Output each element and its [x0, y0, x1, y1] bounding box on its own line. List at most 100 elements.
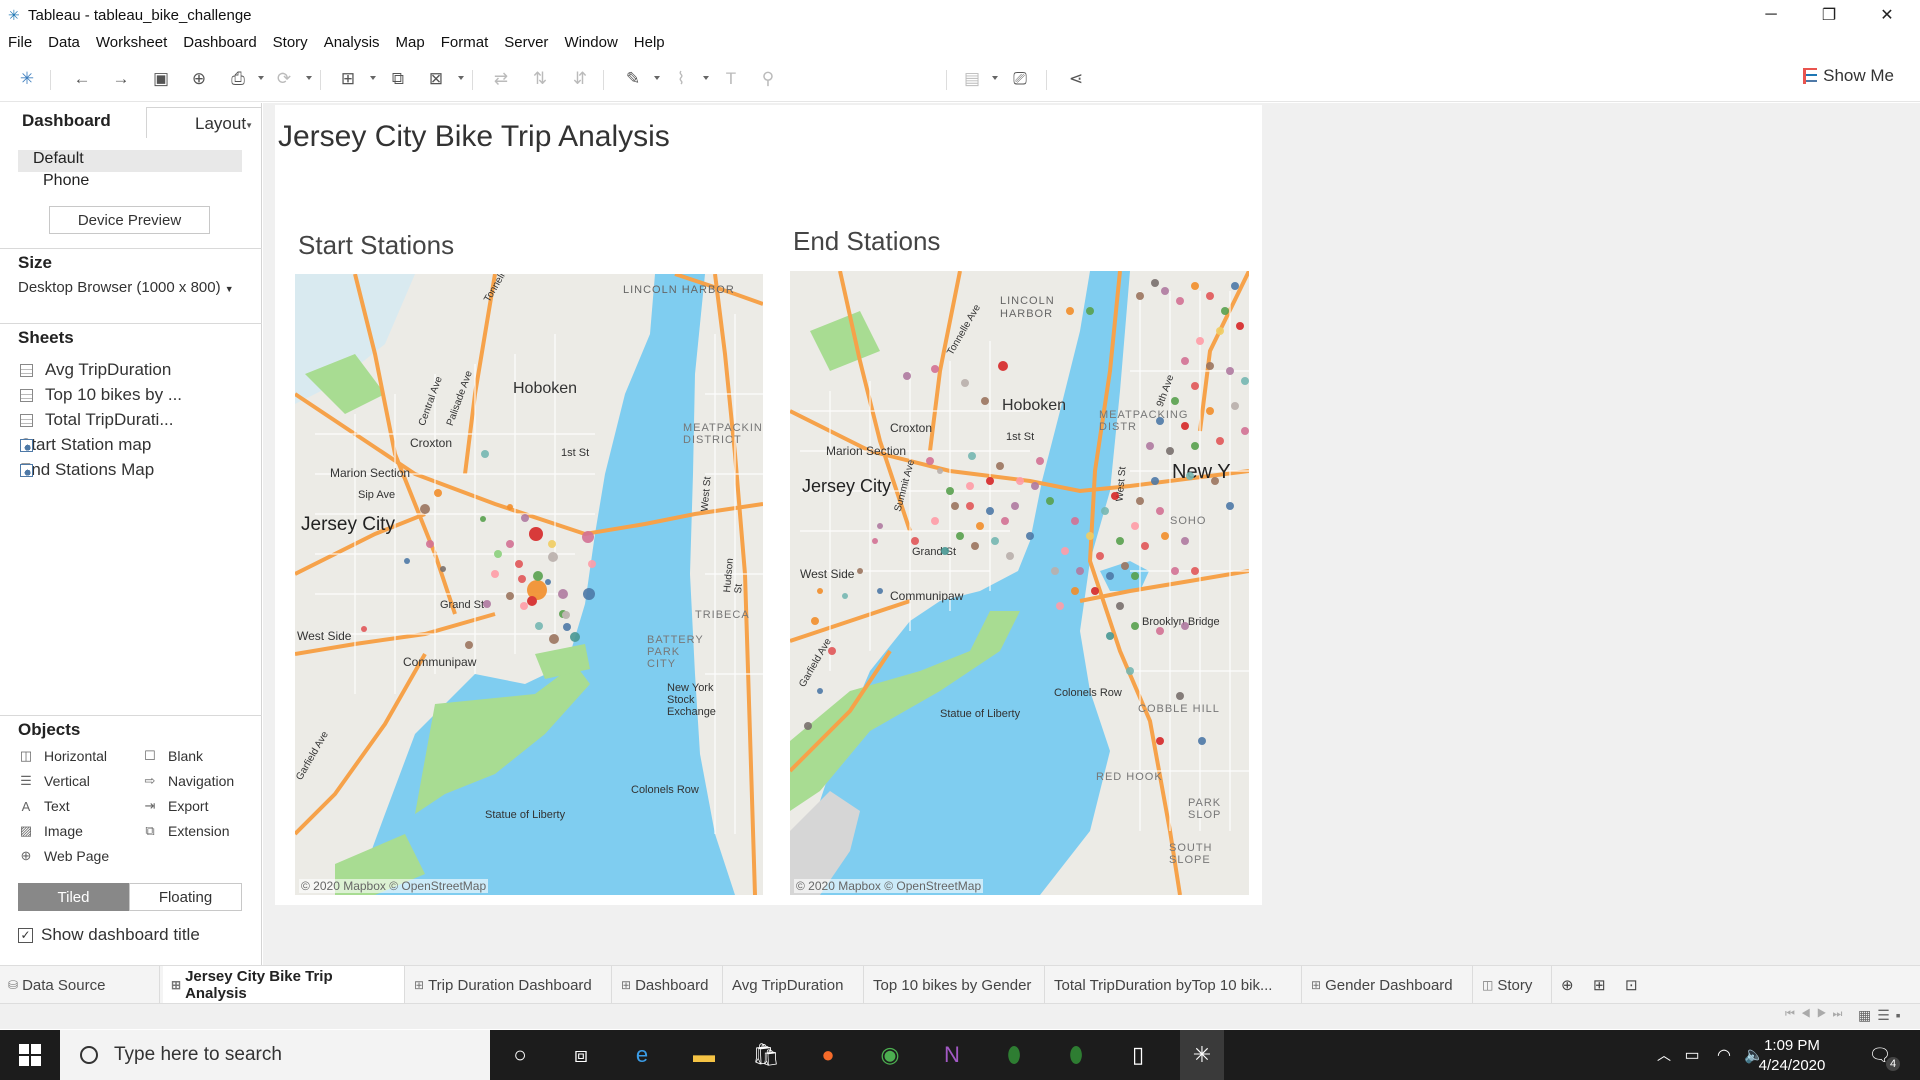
fix-axes-icon[interactable]: ⚲	[757, 68, 779, 90]
object-web-page[interactable]: ⊕ Web Page	[18, 847, 110, 865]
start-station-map[interactable]: LINCOLN HARBOR Hoboken 1st St Croxton Ma…	[295, 274, 763, 895]
object-image[interactable]: ▨ Image	[18, 822, 83, 840]
file-explorer-icon[interactable]: ▬	[688, 1039, 720, 1071]
menu-server[interactable]: Server	[504, 34, 548, 51]
menu-analysis[interactable]: Analysis	[324, 34, 380, 51]
refresh-icon[interactable]: ⟳	[273, 68, 295, 90]
new-datasource-icon[interactable]: ⊕	[188, 68, 210, 90]
labels-icon[interactable]: T	[720, 68, 742, 90]
duplicate-sheet-icon[interactable]: ⧉	[387, 68, 409, 90]
object-extension[interactable]: ⧉ Extension	[142, 822, 229, 840]
object-text[interactable]: A Text	[18, 797, 70, 815]
tab-data-source[interactable]: ⛁ Data Source	[0, 966, 160, 1004]
taskbar-search-box[interactable]: Type here to search	[60, 1030, 490, 1080]
tab-dashboard[interactable]: Dashboard	[0, 103, 146, 138]
mongodb-compass-icon[interactable]: ⬮	[1060, 1039, 1092, 1071]
object-blank[interactable]: ☐ Blank	[142, 747, 203, 765]
pause-updates-icon[interactable]: ⎙	[227, 68, 249, 90]
onenote-icon[interactable]: N	[936, 1039, 968, 1071]
sort-descending-icon[interactable]: ⇵	[569, 68, 591, 90]
tab-dashboard[interactable]: ⊞ Dashboard	[613, 966, 723, 1004]
show-cards-icon[interactable]: ▤	[961, 68, 983, 90]
tab-avg-tripduration[interactable]: Avg TripDuration	[724, 966, 864, 1004]
object-navigation[interactable]: ⇨ Navigation	[142, 772, 235, 790]
sheet-item[interactable]: End Stations Map	[20, 459, 154, 481]
device-preview-button[interactable]: Device Preview	[49, 206, 210, 234]
dashboard-icon: ⊞	[171, 978, 182, 992]
dashboard-icon: ⊞	[621, 978, 632, 992]
device-phone[interactable]: Phone	[43, 172, 89, 194]
tableau-start-icon[interactable]: ✳	[16, 68, 38, 90]
menu-data[interactable]: Data	[48, 34, 80, 51]
battery-icon[interactable]: ▭	[1676, 1039, 1708, 1071]
end-station-map[interactable]: LINCOLN HARBOR Hoboken 1st St Croxton Ma…	[790, 271, 1249, 895]
dashboard-panel: Dashboard Layout ▼ Default Phone Device P…	[0, 103, 262, 965]
menu-window[interactable]: Window	[564, 34, 617, 51]
database-icon: ⛁	[8, 978, 19, 992]
tab-layout[interactable]: Layout ▼	[146, 107, 262, 138]
menu-story[interactable]: Story	[273, 34, 308, 51]
tab-trip-duration-dashboard[interactable]: ⊞ Trip Duration Dashboard	[406, 966, 612, 1004]
store-icon[interactable]: 🛍	[750, 1039, 782, 1071]
redo-icon[interactable]: →	[110, 68, 132, 90]
object-vertical[interactable]: ☰ Vertical	[18, 772, 90, 790]
undo-icon[interactable]: ←	[71, 68, 93, 90]
menu-help[interactable]: Help	[634, 34, 665, 51]
new-story-tab-icon[interactable]: ⊡	[1617, 966, 1649, 1004]
sheet-item[interactable]: Avg TripDuration	[20, 359, 171, 381]
tab-total-tripduration[interactable]: Total TripDuration byTop 10 bik...	[1046, 966, 1302, 1004]
device-default[interactable]: Default	[18, 150, 242, 172]
chrome-icon[interactable]: ◉	[874, 1039, 906, 1071]
new-worksheet-icon[interactable]: ⊞	[337, 68, 359, 90]
map-attribution: © 2020 Mapbox © OpenStreetMap	[299, 879, 489, 893]
show-title-checkbox[interactable]: ✓ Show dashboard title	[18, 925, 200, 945]
presentation-mode-icon[interactable]: ⎚	[1009, 68, 1031, 90]
minimize-icon[interactable]: ─	[1742, 0, 1800, 30]
menu-format[interactable]: Format	[441, 34, 489, 51]
save-icon[interactable]: ▣	[150, 68, 172, 90]
group-icon[interactable]: ⌇	[670, 68, 692, 90]
mongodb-icon[interactable]: ⬮	[998, 1039, 1030, 1071]
restore-icon[interactable]: ❐	[1800, 0, 1858, 30]
menu-dashboard[interactable]: Dashboard	[183, 34, 256, 51]
status-bar: ⏮◀▶⏭ ▦☰▪	[0, 1003, 1920, 1029]
toolbar: ✳ ← → ▣ ⊕ ⎙ ⟳ ⊞ ⧉ ⊠ ⇄ ⇅ ⇵ ✎ ⌇ T ⚲ ▤ ⎚ ⋖	[0, 56, 1920, 148]
window-title: Tableau - tableau_bike_challenge	[28, 6, 252, 24]
menu-worksheet[interactable]: Worksheet	[96, 34, 167, 51]
size-dropdown[interactable]: Desktop Browser (1000 x 800) ▼	[18, 279, 234, 296]
tiled-toggle[interactable]: Tiled	[18, 883, 129, 911]
swap-icon[interactable]: ⇄	[490, 68, 512, 90]
menu-map[interactable]: Map	[396, 34, 425, 51]
share-icon[interactable]: ⋖	[1065, 68, 1087, 90]
tab-gender-dashboard[interactable]: ⊞ Gender Dashboard	[1303, 966, 1473, 1004]
close-icon[interactable]: ✕	[1858, 0, 1916, 30]
sheet-item[interactable]: Start Station map	[20, 434, 151, 456]
edge-icon[interactable]: e	[626, 1039, 658, 1071]
wifi-icon[interactable]: ◠	[1708, 1039, 1740, 1071]
firefox-icon[interactable]: ●	[812, 1039, 844, 1071]
new-dashboard-tab-icon[interactable]: ⊞	[1585, 966, 1617, 1004]
show-me-icon	[1803, 68, 1818, 84]
tab-jersey-city-dashboard[interactable]: ⊞ Jersey City Bike Trip Analysis	[163, 966, 405, 1004]
object-export[interactable]: ⇥ Export	[142, 797, 209, 815]
taskbar-clock[interactable]: 1:09 PM 4/24/2020	[1752, 1036, 1832, 1076]
sheet-item[interactable]: Total TripDurati...	[20, 409, 174, 431]
tab-top10-bikes-gender[interactable]: Top 10 bikes by Gender	[865, 966, 1045, 1004]
clear-sheet-icon[interactable]: ⊠	[425, 68, 447, 90]
view-toggle-icon[interactable]: ▦☰▪	[1858, 1007, 1907, 1024]
floating-toggle[interactable]: Floating	[129, 883, 242, 911]
new-worksheet-tab-icon[interactable]: ⊕	[1553, 966, 1585, 1004]
highlight-icon[interactable]: ✎	[622, 68, 644, 90]
sheet-item[interactable]: Top 10 bikes by ...	[20, 384, 182, 406]
tableau-taskbar-icon[interactable]: ✳	[1180, 1030, 1224, 1080]
sort-ascending-icon[interactable]: ⇅	[529, 68, 551, 90]
tab-story[interactable]: ◫ Story	[1474, 966, 1552, 1004]
object-horizontal[interactable]: ◫ Horizontal	[18, 747, 107, 765]
windows-start-icon[interactable]	[0, 1030, 60, 1080]
show-me-button[interactable]: Show Me	[1803, 66, 1894, 86]
task-view-icon[interactable]: ⧈	[565, 1039, 597, 1071]
tab-navigation-icon[interactable]: ⏮◀▶⏭	[1785, 1008, 1848, 1021]
document-icon[interactable]: ▯	[1122, 1039, 1154, 1071]
menu-file[interactable]: File	[8, 34, 32, 51]
cortana-icon[interactable]: ○	[504, 1039, 536, 1071]
